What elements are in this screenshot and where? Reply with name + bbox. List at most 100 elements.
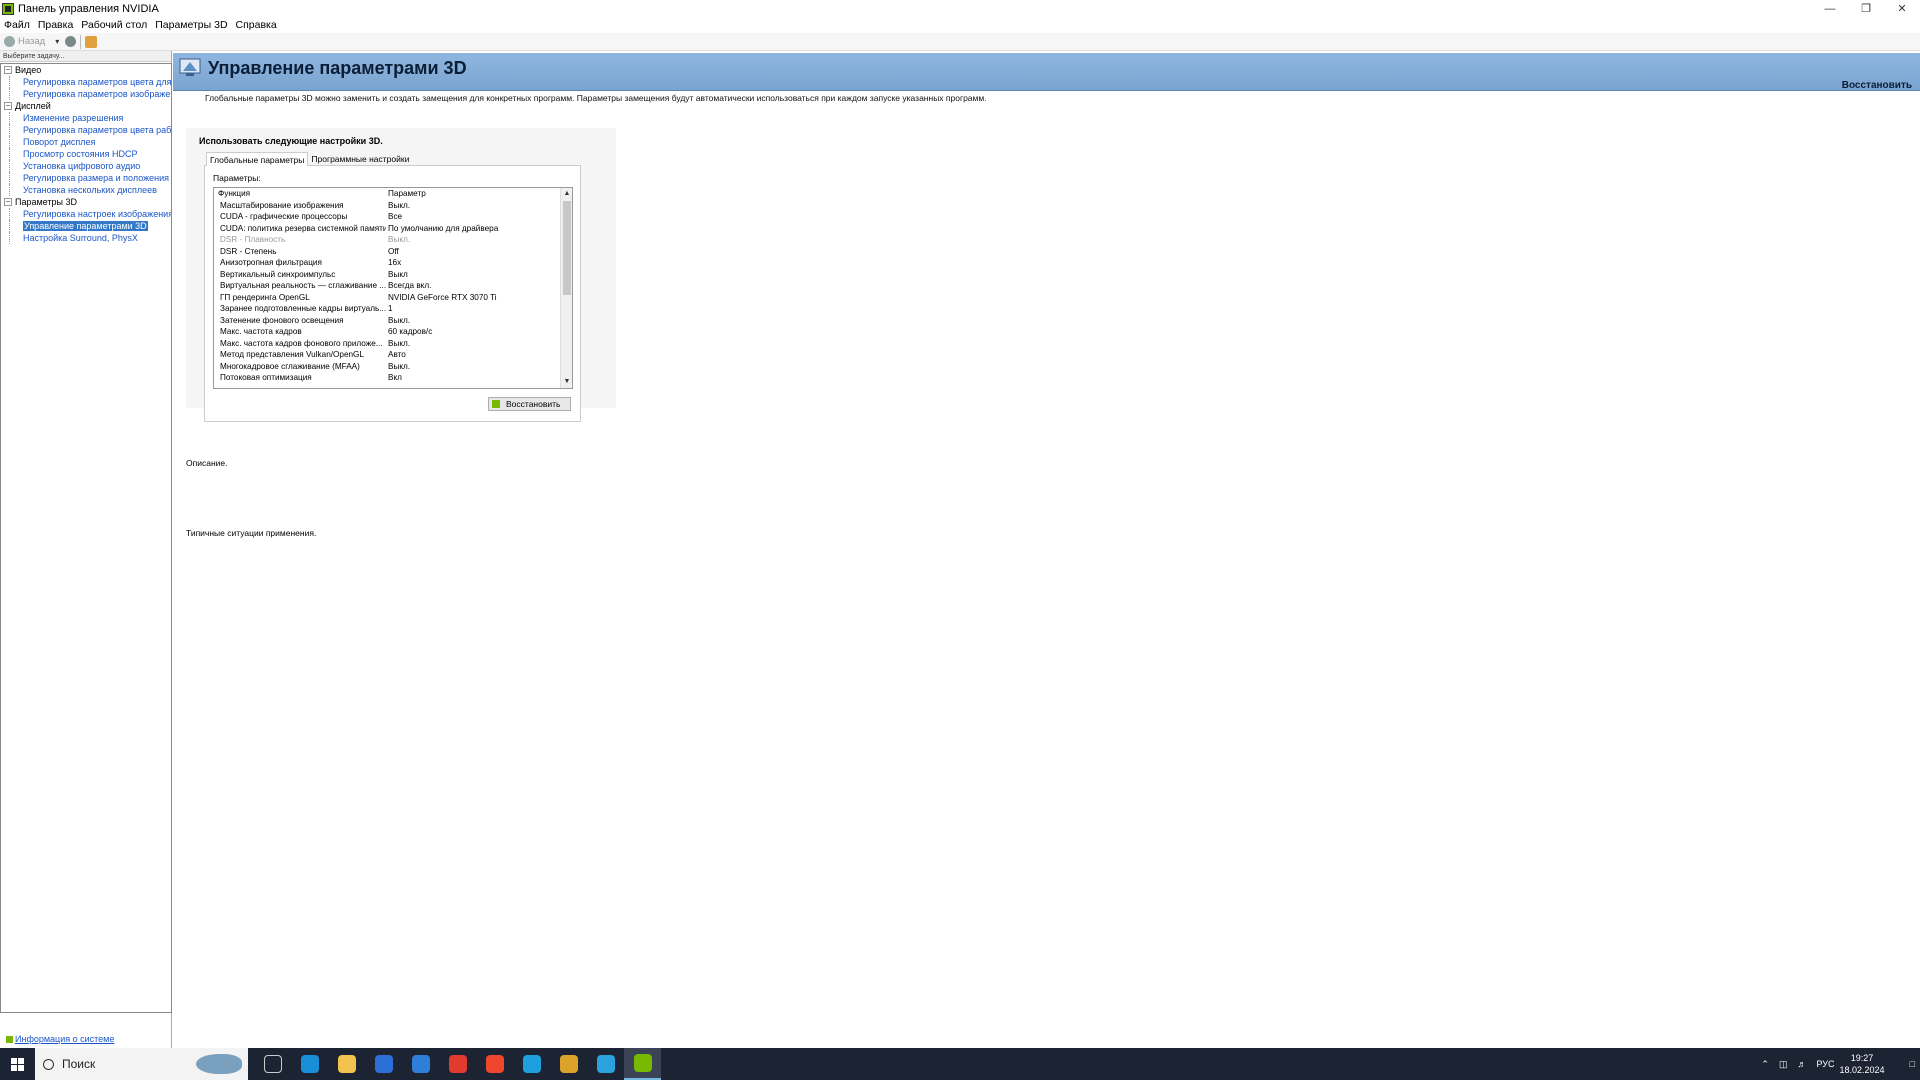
back-dropdown-icon[interactable]: ▾: [55, 37, 59, 46]
back-arrow-icon[interactable]: [4, 36, 15, 47]
taskbar-app-mail[interactable]: [402, 1048, 439, 1080]
taskbar-app-telegram[interactable]: [587, 1048, 624, 1080]
volume-icon[interactable]: ♬: [1797, 1059, 1806, 1069]
sidebar-item-desktop-size[interactable]: Регулировка размера и положения рабочего…: [1, 172, 171, 184]
table-row[interactable]: Многокадровое сглаживание (MFAA) Выкл.: [214, 361, 572, 373]
forward-arrow-icon[interactable]: [65, 36, 77, 47]
tab-global-settings[interactable]: Глобальные параметры: [206, 152, 309, 166]
taskbar-app-nvidia[interactable]: [624, 1048, 661, 1080]
taskbar-app-task-view[interactable]: [254, 1048, 291, 1080]
taskbar-app-explorer[interactable]: [328, 1048, 365, 1080]
grid-vertical-scrollbar[interactable]: ▲ ▼: [560, 188, 572, 388]
window-title: Панель управления NVIDIA: [18, 2, 159, 15]
setting-value[interactable]: Выкл.: [386, 234, 556, 246]
yandex-icon: [485, 1055, 504, 1073]
menu-desktop[interactable]: Рабочий стол: [81, 19, 147, 31]
taskbar-app-skype[interactable]: [513, 1048, 550, 1080]
table-row[interactable]: Вертикальный синхроимпульс Выкл: [214, 269, 572, 281]
setting-name: Виртуальная реальность — сглаживание ...: [220, 281, 386, 290]
restore-window-button[interactable]: ❐: [1846, 0, 1886, 17]
network-icon[interactable]: ◫: [1779, 1059, 1788, 1070]
sidebar-item-desktop-color[interactable]: Регулировка параметров цвета рабочего ст…: [1, 124, 171, 136]
table-row[interactable]: DSR - Степень Off: [214, 246, 572, 258]
menu-3d-settings[interactable]: Параметры 3D: [155, 19, 227, 31]
table-row[interactable]: Виртуальная реальность — сглаживание ...…: [214, 280, 572, 292]
minimize-button[interactable]: —: [1810, 0, 1850, 17]
setting-value[interactable]: Выкл.: [386, 361, 556, 373]
table-row[interactable]: Затенение фонового освещения Выкл.: [214, 315, 572, 327]
sidebar-item-rotate[interactable]: Поворот дисплея: [1, 136, 171, 148]
setting-value[interactable]: Выкл.: [386, 200, 556, 212]
table-row[interactable]: Анизотропная фильтрация 16x: [214, 257, 572, 269]
sidebar-item-multi-display[interactable]: Установка нескольких дисплеев: [1, 184, 171, 196]
menu-edit[interactable]: Правка: [38, 19, 73, 31]
clock[interactable]: 19:27 18.02.2024: [1840, 1052, 1885, 1076]
collapse-icon[interactable]: −: [4, 198, 12, 206]
table-row[interactable]: Макс. частота кадров фонового приложе...…: [214, 338, 572, 350]
tab-program-settings[interactable]: Программные настройки: [308, 152, 412, 166]
taskbar-app-yandex[interactable]: [476, 1048, 513, 1080]
collapse-icon[interactable]: −: [4, 102, 12, 110]
scroll-down-icon[interactable]: ▼: [561, 377, 572, 387]
collapse-icon[interactable]: −: [4, 66, 12, 74]
table-row[interactable]: Макс. частота кадров 60 кадров/с: [214, 326, 572, 338]
setting-value[interactable]: По умолчанию для драйвера: [386, 223, 556, 235]
sidebar-item-image-preview[interactable]: Регулировка настроек изображения с просм…: [1, 208, 171, 220]
notification-icon[interactable]: □: [1910, 1059, 1915, 1069]
table-row[interactable]: CUDA - графические процессоры Все: [214, 211, 572, 223]
table-row[interactable]: Потоковая оптимизация Вкл: [214, 372, 572, 384]
setting-name: Анизотропная фильтрация: [220, 258, 322, 267]
setting-name: Затенение фонового освещения: [220, 315, 344, 325]
sidebar-item-audio[interactable]: Установка цифрового аудио: [1, 160, 171, 172]
close-button[interactable]: ✕: [1882, 0, 1920, 17]
home-icon[interactable]: [85, 35, 98, 48]
table-row[interactable]: DSR - Плавность Выкл.: [214, 234, 572, 246]
tree-group-label: Дисплей: [15, 101, 51, 111]
sidebar-item-hdcp[interactable]: Просмотр состояния HDCP: [1, 148, 171, 160]
language-indicator[interactable]: РУС: [1816, 1059, 1834, 1069]
restore-button[interactable]: Восстановить: [488, 397, 571, 411]
sidebar-item-manage-3d[interactable]: Управление параметрами 3D: [1, 220, 171, 232]
taskbar-app-chrome[interactable]: [550, 1048, 587, 1080]
taskbar-app-edge[interactable]: [291, 1048, 328, 1080]
back-button-label[interactable]: Назад: [18, 36, 45, 47]
taskbar-app-yandex-browser[interactable]: [439, 1048, 476, 1080]
setting-value[interactable]: 16x: [386, 257, 556, 269]
system-info-label[interactable]: Информация о системе: [15, 1034, 114, 1044]
tree-group-video[interactable]: − Видео: [1, 64, 171, 76]
setting-value[interactable]: Off: [386, 246, 556, 258]
system-info-link[interactable]: Информация о системе: [6, 1034, 114, 1044]
setting-value[interactable]: 60 кадров/с: [386, 326, 556, 338]
sidebar-item-video-image[interactable]: Регулировка параметров изображения для в…: [1, 88, 171, 100]
table-row[interactable]: CUDA: политика резерва системной памяти П…: [214, 223, 572, 235]
tree-group-3d[interactable]: − Параметры 3D: [1, 196, 171, 208]
tree-group-display[interactable]: − Дисплей: [1, 100, 171, 112]
sidebar-item-resolution[interactable]: Изменение разрешения: [1, 112, 171, 124]
setting-value[interactable]: 1: [386, 303, 556, 315]
setting-value[interactable]: Выкл.: [386, 338, 556, 350]
table-row[interactable]: Заранее подготовленные кадры виртуаль...…: [214, 303, 572, 315]
menu-help[interactable]: Справка: [236, 19, 277, 31]
setting-value[interactable]: Вкл: [386, 372, 556, 384]
restore-defaults-link[interactable]: Восстановить: [1842, 80, 1912, 91]
description-label: Описание.: [186, 458, 228, 468]
setting-value[interactable]: Авто: [386, 349, 556, 361]
setting-value[interactable]: Все: [386, 211, 556, 223]
sidebar-item-video-color[interactable]: Регулировка параметров цвета для видео: [1, 76, 171, 88]
scrollbar-thumb[interactable]: [563, 201, 571, 295]
sidebar-item-surround-physx[interactable]: Настройка Surround, PhysX: [1, 232, 171, 244]
chevron-up-icon[interactable]: ⌃: [1761, 1059, 1769, 1070]
settings-grid: Функция Параметр Масштабирование изображ…: [213, 187, 573, 389]
table-row[interactable]: Метод представления Vulkan/OpenGL Авто: [214, 349, 572, 361]
setting-value[interactable]: Выкл: [386, 269, 556, 281]
setting-value[interactable]: NVIDIA GeForce RTX 3070 Ti: [386, 292, 556, 304]
menu-file[interactable]: Файл: [4, 19, 30, 31]
taskbar-app-store[interactable]: [365, 1048, 402, 1080]
setting-value[interactable]: Всегда вкл.: [386, 280, 556, 292]
table-row[interactable]: ГП рендеринга OpenGL NVIDIA GeForce RTX 3…: [214, 292, 572, 304]
table-row[interactable]: Масштабирование изображения Выкл.: [214, 200, 572, 212]
scroll-up-icon[interactable]: ▲: [561, 189, 572, 199]
setting-value[interactable]: Выкл.: [386, 315, 556, 327]
taskbar-search[interactable]: Поиск: [35, 1048, 248, 1080]
start-button[interactable]: [0, 1048, 35, 1080]
